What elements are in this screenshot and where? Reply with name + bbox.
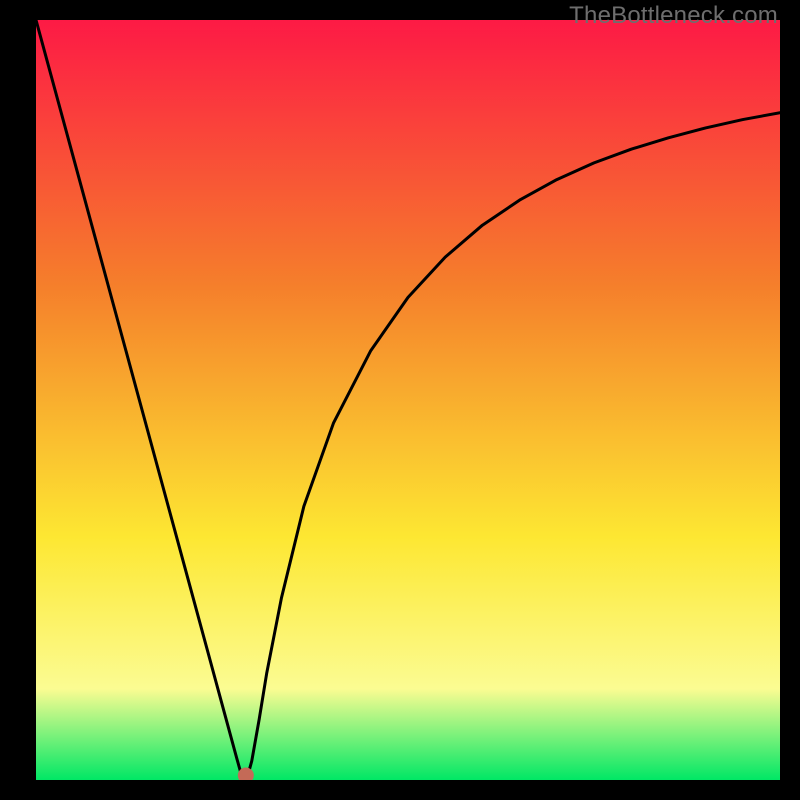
bottleneck-plot	[36, 20, 780, 780]
gradient-background	[36, 20, 780, 780]
chart-stage: TheBottleneck.com	[0, 0, 800, 800]
watermark-text: TheBottleneck.com	[569, 2, 778, 30]
plot-frame	[36, 20, 780, 780]
